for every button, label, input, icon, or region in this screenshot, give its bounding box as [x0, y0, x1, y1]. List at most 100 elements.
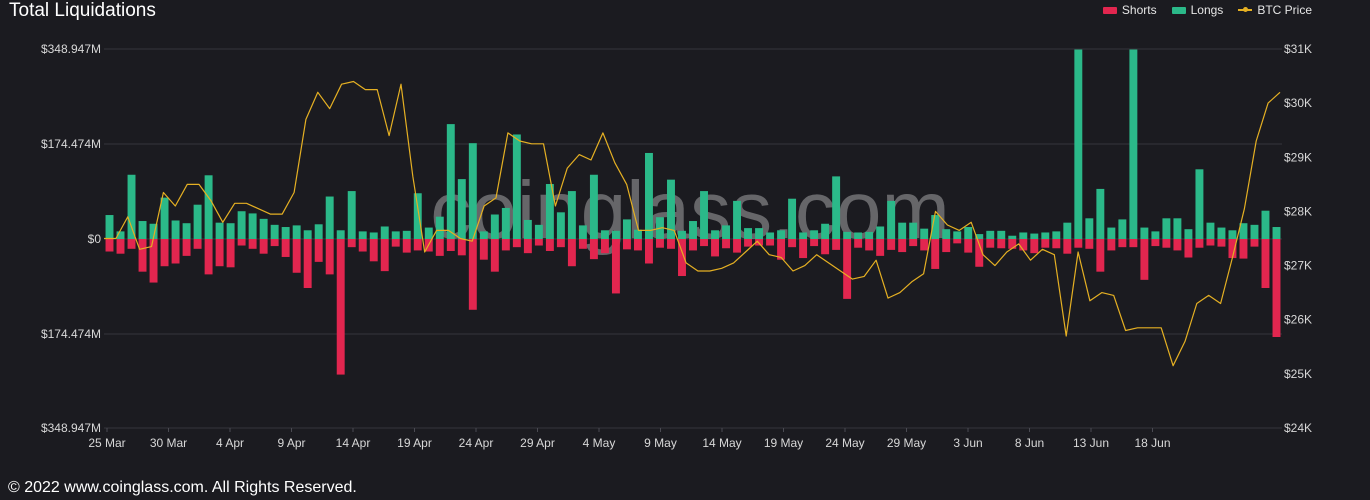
- long-bar[interactable]: [832, 176, 841, 239]
- short-bar[interactable]: [876, 239, 885, 256]
- short-bar[interactable]: [1250, 239, 1259, 247]
- long-bar[interactable]: [711, 230, 719, 239]
- long-bar[interactable]: [821, 223, 830, 239]
- long-bar[interactable]: [281, 227, 290, 239]
- long-bar[interactable]: [1019, 232, 1028, 239]
- short-bar[interactable]: [722, 239, 730, 249]
- long-bar[interactable]: [336, 230, 345, 239]
- long-bar[interactable]: [501, 207, 510, 239]
- short-bar[interactable]: [1118, 239, 1127, 248]
- long-bar[interactable]: [611, 230, 620, 239]
- short-bar[interactable]: [501, 239, 510, 251]
- short-bar[interactable]: [160, 239, 169, 267]
- long-bar[interactable]: [314, 224, 323, 239]
- long-bar[interactable]: [1195, 169, 1204, 239]
- long-bar[interactable]: [105, 215, 114, 239]
- long-bar[interactable]: [534, 224, 543, 239]
- long-bar[interactable]: [204, 175, 213, 239]
- short-bar[interactable]: [1162, 239, 1171, 248]
- short-bar[interactable]: [589, 239, 598, 260]
- short-bar[interactable]: [446, 239, 455, 251]
- short-bar[interactable]: [490, 239, 499, 272]
- long-bar[interactable]: [1184, 229, 1193, 239]
- long-bar[interactable]: [766, 232, 775, 239]
- long-bar[interactable]: [1228, 230, 1237, 239]
- long-bar[interactable]: [325, 196, 334, 239]
- short-bar[interactable]: [325, 239, 334, 275]
- long-bar[interactable]: [953, 231, 962, 239]
- long-bar[interactable]: [402, 230, 411, 239]
- long-bar[interactable]: [755, 228, 764, 239]
- short-bar[interactable]: [105, 239, 114, 252]
- short-bar[interactable]: [347, 239, 356, 248]
- short-bar[interactable]: [920, 239, 929, 251]
- long-bar[interactable]: [413, 193, 422, 239]
- long-bar[interactable]: [920, 228, 929, 239]
- short-bar[interactable]: [314, 239, 323, 262]
- long-bar[interactable]: [160, 197, 169, 239]
- short-bar[interactable]: [887, 239, 896, 250]
- long-bar[interactable]: [700, 191, 708, 239]
- long-bar[interactable]: [678, 230, 686, 239]
- long-bar[interactable]: [1085, 218, 1094, 239]
- long-bar[interactable]: [270, 224, 279, 239]
- long-bar[interactable]: [1140, 227, 1149, 239]
- short-bar[interactable]: [997, 239, 1006, 249]
- short-bar[interactable]: [248, 239, 257, 249]
- long-bar[interactable]: [633, 229, 642, 239]
- long-bar[interactable]: [468, 143, 477, 239]
- long-bar[interactable]: [722, 225, 730, 239]
- short-bar[interactable]: [1261, 239, 1270, 288]
- long-bar[interactable]: [347, 191, 356, 239]
- long-bar[interactable]: [369, 232, 378, 239]
- long-bar[interactable]: [1206, 222, 1215, 239]
- short-bar[interactable]: [336, 239, 345, 375]
- long-bar[interactable]: [292, 225, 301, 239]
- short-bar[interactable]: [810, 239, 819, 247]
- long-bar[interactable]: [237, 211, 246, 239]
- short-bar[interactable]: [578, 239, 587, 249]
- long-bar[interactable]: [567, 191, 576, 239]
- long-bar[interactable]: [171, 220, 180, 239]
- long-bar[interactable]: [810, 230, 819, 239]
- short-bar[interactable]: [1019, 239, 1028, 251]
- short-bar[interactable]: [622, 239, 631, 250]
- long-bar[interactable]: [259, 218, 268, 239]
- short-bar[interactable]: [898, 239, 907, 253]
- long-bar[interactable]: [942, 229, 951, 239]
- long-bar[interactable]: [744, 228, 753, 239]
- long-bar[interactable]: [1129, 49, 1138, 239]
- long-bar[interactable]: [512, 134, 521, 239]
- long-bar[interactable]: [777, 230, 786, 239]
- short-bar[interactable]: [358, 239, 367, 252]
- long-bar[interactable]: [248, 213, 257, 239]
- short-bar[interactable]: [1129, 239, 1138, 248]
- short-bar[interactable]: [633, 239, 642, 251]
- short-bar[interactable]: [1217, 239, 1226, 247]
- long-bar[interactable]: [909, 222, 918, 239]
- short-bar[interactable]: [237, 239, 246, 246]
- short-bar[interactable]: [744, 239, 753, 247]
- long-bar[interactable]: [622, 219, 631, 239]
- long-bar[interactable]: [997, 230, 1006, 239]
- short-bar[interactable]: [380, 239, 389, 272]
- long-bar[interactable]: [1162, 218, 1171, 239]
- short-bar[interactable]: [1052, 239, 1061, 249]
- short-bar[interactable]: [512, 239, 521, 248]
- short-bar[interactable]: [1074, 239, 1083, 248]
- short-bar[interactable]: [435, 239, 444, 256]
- long-bar[interactable]: [986, 230, 995, 239]
- short-bar[interactable]: [1041, 239, 1050, 248]
- long-bar[interactable]: [1118, 219, 1127, 239]
- long-bar[interactable]: [490, 214, 499, 240]
- short-bar[interactable]: [303, 239, 312, 288]
- short-bar[interactable]: [259, 239, 268, 254]
- short-bar[interactable]: [138, 239, 147, 272]
- short-bar[interactable]: [402, 239, 411, 253]
- short-bar[interactable]: [1184, 239, 1193, 258]
- short-bar[interactable]: [534, 239, 543, 246]
- long-bar[interactable]: [964, 227, 973, 239]
- long-bar[interactable]: [215, 222, 224, 239]
- short-bar[interactable]: [149, 239, 158, 283]
- short-bar[interactable]: [1107, 239, 1116, 251]
